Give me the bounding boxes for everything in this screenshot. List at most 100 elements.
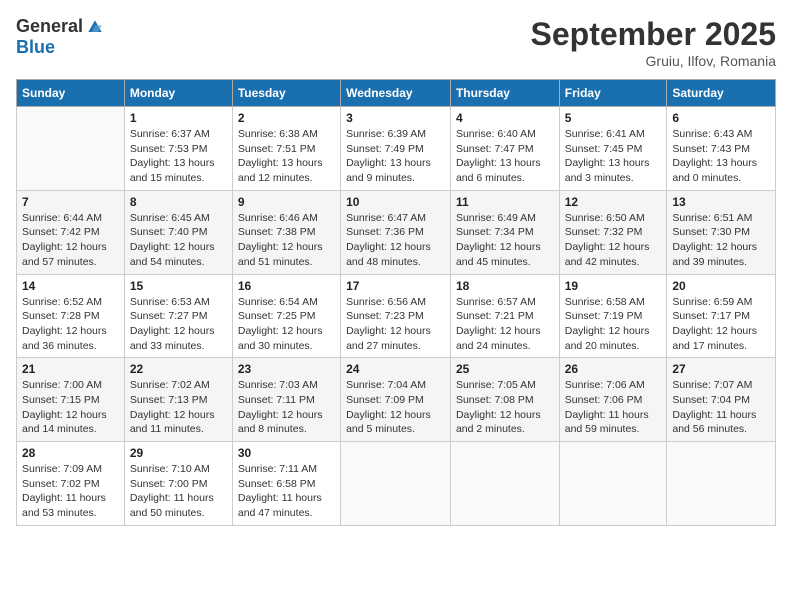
calendar-day: 26 Sunrise: 7:06 AMSunset: 7:06 PMDayligh… bbox=[559, 358, 667, 442]
logo-general-text: General bbox=[16, 16, 83, 37]
calendar-day: 25Sunrise: 7:05 AMSunset: 7:08 PMDayligh… bbox=[450, 358, 559, 442]
calendar-day: 20Sunrise: 6:59 AMSunset: 7:17 PMDayligh… bbox=[667, 274, 776, 358]
day-detail: Sunrise: 6:51 AMSunset: 7:30 PMDaylight:… bbox=[672, 211, 770, 270]
day-detail: Sunrise: 6:44 AMSunset: 7:42 PMDaylight:… bbox=[22, 211, 119, 270]
day-detail: Sunrise: 6:39 AMSunset: 7:49 PMDaylight:… bbox=[346, 127, 445, 186]
calendar-day: 6 Sunrise: 6:43 AMSunset: 7:43 PMDaylight… bbox=[667, 107, 776, 191]
calendar-header: SundayMondayTuesdayWednesdayThursdayFrid… bbox=[17, 80, 776, 107]
weekday-header-tuesday: Tuesday bbox=[232, 80, 340, 107]
day-number: 16 bbox=[238, 279, 335, 293]
day-detail: Sunrise: 7:00 AMSunset: 7:15 PMDaylight:… bbox=[22, 378, 119, 437]
day-number: 25 bbox=[456, 362, 554, 376]
weekday-header-row: SundayMondayTuesdayWednesdayThursdayFrid… bbox=[17, 80, 776, 107]
calendar-day: 29 Sunrise: 7:10 AMSunset: 7:00 PMDayligh… bbox=[124, 442, 232, 526]
day-detail: Sunrise: 6:43 AMSunset: 7:43 PMDaylight:… bbox=[672, 127, 770, 186]
logo-blue-text: Blue bbox=[16, 37, 55, 58]
day-detail: Sunrise: 7:06 AMSunset: 7:06 PMDaylight:… bbox=[565, 378, 662, 437]
calendar-day: 23Sunrise: 7:03 AMSunset: 7:11 PMDayligh… bbox=[232, 358, 340, 442]
calendar-day: 15 Sunrise: 6:53 AMSunset: 7:27 PMDayligh… bbox=[124, 274, 232, 358]
day-number: 3 bbox=[346, 111, 445, 125]
day-detail: Sunrise: 6:38 AMSunset: 7:51 PMDaylight:… bbox=[238, 127, 335, 186]
day-number: 30 bbox=[238, 446, 335, 460]
day-detail: Sunrise: 6:53 AMSunset: 7:27 PMDaylight:… bbox=[130, 295, 227, 354]
day-detail: Sunrise: 6:41 AMSunset: 7:45 PMDaylight:… bbox=[565, 127, 662, 186]
day-number: 10 bbox=[346, 195, 445, 209]
day-number: 2 bbox=[238, 111, 335, 125]
calendar-day: 11 Sunrise: 6:49 AMSunset: 7:34 PMDayligh… bbox=[450, 190, 559, 274]
calendar-day: 4 Sunrise: 6:40 AMSunset: 7:47 PMDaylight… bbox=[450, 107, 559, 191]
day-number: 7 bbox=[22, 195, 119, 209]
weekday-header-sunday: Sunday bbox=[17, 80, 125, 107]
day-detail: Sunrise: 7:02 AMSunset: 7:13 PMDaylight:… bbox=[130, 378, 227, 437]
day-number: 8 bbox=[130, 195, 227, 209]
calendar-body: 1 Sunrise: 6:37 AMSunset: 7:53 PMDaylight… bbox=[17, 107, 776, 526]
day-number: 11 bbox=[456, 195, 554, 209]
day-detail: Sunrise: 6:54 AMSunset: 7:25 PMDaylight:… bbox=[238, 295, 335, 354]
day-detail: Sunrise: 6:40 AMSunset: 7:47 PMDaylight:… bbox=[456, 127, 554, 186]
day-number: 12 bbox=[565, 195, 662, 209]
calendar-day: 8 Sunrise: 6:45 AMSunset: 7:40 PMDaylight… bbox=[124, 190, 232, 274]
calendar-day: 14 Sunrise: 6:52 AMSunset: 7:28 PMDayligh… bbox=[17, 274, 125, 358]
weekday-header-thursday: Thursday bbox=[450, 80, 559, 107]
calendar-week-3: 14 Sunrise: 6:52 AMSunset: 7:28 PMDayligh… bbox=[17, 274, 776, 358]
day-number: 17 bbox=[346, 279, 445, 293]
day-number: 9 bbox=[238, 195, 335, 209]
day-detail: Sunrise: 7:03 AMSunset: 7:11 PMDaylight:… bbox=[238, 378, 335, 437]
calendar-day: 21 Sunrise: 7:00 AMSunset: 7:15 PMDayligh… bbox=[17, 358, 125, 442]
calendar-day: 18 Sunrise: 6:57 AMSunset: 7:21 PMDayligh… bbox=[450, 274, 559, 358]
day-number: 21 bbox=[22, 362, 119, 376]
calendar-day bbox=[341, 442, 451, 526]
day-number: 26 bbox=[565, 362, 662, 376]
day-detail: Sunrise: 6:50 AMSunset: 7:32 PMDaylight:… bbox=[565, 211, 662, 270]
day-detail: Sunrise: 7:07 AMSunset: 7:04 PMDaylight:… bbox=[672, 378, 770, 437]
page-header: General Blue September 2025 Gruiu, Ilfov… bbox=[16, 16, 776, 69]
day-number: 4 bbox=[456, 111, 554, 125]
day-detail: Sunrise: 6:37 AMSunset: 7:53 PMDaylight:… bbox=[130, 127, 227, 186]
calendar-day: 24 Sunrise: 7:04 AMSunset: 7:09 PMDayligh… bbox=[341, 358, 451, 442]
day-number: 15 bbox=[130, 279, 227, 293]
day-number: 22 bbox=[130, 362, 227, 376]
calendar-day: 5 Sunrise: 6:41 AMSunset: 7:45 PMDaylight… bbox=[559, 107, 667, 191]
location-text: Gruiu, Ilfov, Romania bbox=[531, 53, 776, 69]
weekday-header-monday: Monday bbox=[124, 80, 232, 107]
day-detail: Sunrise: 6:46 AMSunset: 7:38 PMDaylight:… bbox=[238, 211, 335, 270]
day-number: 28 bbox=[22, 446, 119, 460]
day-detail: Sunrise: 7:11 AMSunset: 6:58 PMDaylight:… bbox=[238, 462, 335, 521]
weekday-header-wednesday: Wednesday bbox=[341, 80, 451, 107]
month-heading: September 2025 bbox=[531, 16, 776, 53]
day-detail: Sunrise: 6:52 AMSunset: 7:28 PMDaylight:… bbox=[22, 295, 119, 354]
calendar-day bbox=[450, 442, 559, 526]
calendar-day: 13Sunrise: 6:51 AMSunset: 7:30 PMDayligh… bbox=[667, 190, 776, 274]
logo-icon bbox=[85, 17, 105, 37]
calendar-day: 19Sunrise: 6:58 AMSunset: 7:19 PMDayligh… bbox=[559, 274, 667, 358]
day-number: 18 bbox=[456, 279, 554, 293]
calendar-day bbox=[667, 442, 776, 526]
day-number: 14 bbox=[22, 279, 119, 293]
day-detail: Sunrise: 7:09 AMSunset: 7:02 PMDaylight:… bbox=[22, 462, 119, 521]
calendar-day: 12 Sunrise: 6:50 AMSunset: 7:32 PMDayligh… bbox=[559, 190, 667, 274]
weekday-header-friday: Friday bbox=[559, 80, 667, 107]
calendar-day: 7 Sunrise: 6:44 AMSunset: 7:42 PMDaylight… bbox=[17, 190, 125, 274]
day-detail: Sunrise: 7:04 AMSunset: 7:09 PMDaylight:… bbox=[346, 378, 445, 437]
weekday-header-saturday: Saturday bbox=[667, 80, 776, 107]
day-number: 19 bbox=[565, 279, 662, 293]
calendar-day: 28 Sunrise: 7:09 AMSunset: 7:02 PMDayligh… bbox=[17, 442, 125, 526]
calendar-week-2: 7 Sunrise: 6:44 AMSunset: 7:42 PMDaylight… bbox=[17, 190, 776, 274]
day-number: 6 bbox=[672, 111, 770, 125]
day-detail: Sunrise: 7:10 AMSunset: 7:00 PMDaylight:… bbox=[130, 462, 227, 521]
calendar-table: SundayMondayTuesdayWednesdayThursdayFrid… bbox=[16, 79, 776, 526]
calendar-day: 22 Sunrise: 7:02 AMSunset: 7:13 PMDayligh… bbox=[124, 358, 232, 442]
calendar-day: 3 Sunrise: 6:39 AMSunset: 7:49 PMDaylight… bbox=[341, 107, 451, 191]
day-detail: Sunrise: 6:45 AMSunset: 7:40 PMDaylight:… bbox=[130, 211, 227, 270]
day-detail: Sunrise: 6:49 AMSunset: 7:34 PMDaylight:… bbox=[456, 211, 554, 270]
day-detail: Sunrise: 6:57 AMSunset: 7:21 PMDaylight:… bbox=[456, 295, 554, 354]
day-number: 1 bbox=[130, 111, 227, 125]
month-title: September 2025 Gruiu, Ilfov, Romania bbox=[531, 16, 776, 69]
day-number: 29 bbox=[130, 446, 227, 460]
calendar-day: 2 Sunrise: 6:38 AMSunset: 7:51 PMDaylight… bbox=[232, 107, 340, 191]
calendar-day: 16 Sunrise: 6:54 AMSunset: 7:25 PMDayligh… bbox=[232, 274, 340, 358]
day-number: 24 bbox=[346, 362, 445, 376]
calendar-week-5: 28 Sunrise: 7:09 AMSunset: 7:02 PMDayligh… bbox=[17, 442, 776, 526]
day-number: 5 bbox=[565, 111, 662, 125]
calendar-day: 10Sunrise: 6:47 AMSunset: 7:36 PMDayligh… bbox=[341, 190, 451, 274]
